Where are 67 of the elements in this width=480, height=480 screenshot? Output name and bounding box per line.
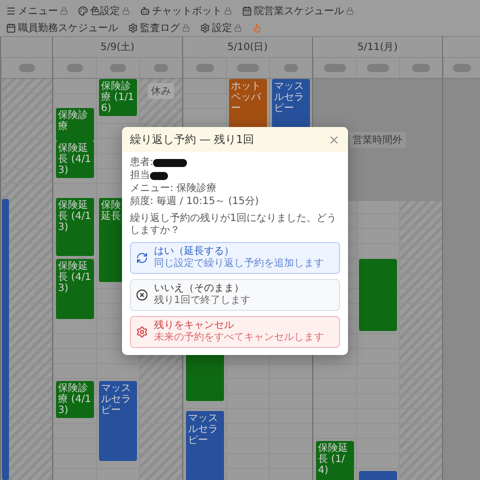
appointment-label: 保険延長 (4/13) <box>58 261 92 294</box>
date-header: 5/11(月) <box>313 37 442 58</box>
nav-item[interactable]: メニュー <box>6 4 68 18</box>
off-hours-label: 営業時間外 <box>350 132 406 148</box>
appointment-label: マッスルセラピー <box>101 383 132 416</box>
dialog-title: 繰り返し予約 — 残り1回 <box>130 132 254 147</box>
day-off-badge: 休み <box>148 83 174 99</box>
nav-item[interactable]: 色設定 <box>78 4 130 18</box>
redaction-mark <box>150 172 168 180</box>
option-subtitle: 同じ設定で繰り返し予約を追加します <box>154 258 324 270</box>
redaction-mark <box>153 159 188 167</box>
settings-icon <box>200 23 210 33</box>
nav-item[interactable]: 設定 <box>200 21 242 35</box>
menu-text: メニュー: 保険診療 <box>130 183 218 195</box>
option-title: いいえ（そのまま） <box>154 283 245 294</box>
nav-item[interactable]: チャットボット <box>140 4 232 18</box>
close-icon[interactable] <box>328 134 340 146</box>
calendar-icon <box>242 6 252 16</box>
redaction-mark <box>67 64 83 72</box>
calendar-icon <box>6 23 16 33</box>
option-button[interactable]: 残りをキャンセル 未来の予約をすべてキャンセルします <box>130 316 340 348</box>
option-subtitle: 残り1回で終了します <box>154 295 250 307</box>
appointment-label: マッスルセラピー <box>188 413 219 446</box>
nav-item[interactable]: 院営業スケジュール <box>242 4 354 18</box>
date-header: 5/10(日) <box>183 37 312 58</box>
refresh-icon <box>136 252 148 264</box>
redaction-mark <box>19 64 35 72</box>
appointment-label: 保険延長 (1/4) <box>318 443 349 476</box>
nav-item[interactable]: 職員勤務スケジュール <box>6 21 118 35</box>
settings-icon <box>128 23 138 33</box>
appointment-label: 保険延長 <box>101 200 122 222</box>
redaction-mark <box>453 64 471 72</box>
redaction-mark <box>154 64 168 72</box>
appointment-block[interactable]: マッスルセラピー <box>99 381 137 461</box>
option-button[interactable]: いいえ（そのまま） 残り1回で終了します <box>130 279 340 311</box>
redaction-mark <box>324 64 346 72</box>
appointment-block[interactable]: ホットペッパー <box>229 79 267 129</box>
option-subtitle: 未来の予約をすべてキャンセルします <box>154 332 324 344</box>
robot-icon <box>140 6 150 16</box>
appointment-block[interactable]: 保険延長 (4/13) <box>56 198 94 256</box>
redaction-mark <box>237 64 259 72</box>
gear-icon <box>136 326 148 338</box>
option-button[interactable]: はい（延長する） 同じ設定で繰り返し予約を追加します <box>130 242 340 274</box>
appointment-label: 保険診療 <box>58 110 89 132</box>
redaction-mark <box>196 64 214 72</box>
circle-x-icon <box>136 289 148 301</box>
palette-icon <box>78 6 88 16</box>
redaction-mark <box>367 64 389 72</box>
date-header: 5/9(土) <box>53 37 182 58</box>
option-title: はい（延長する） <box>154 246 235 258</box>
nav-item[interactable]: 監査ログ <box>128 21 190 35</box>
option-title: 残りをキャンセル <box>154 320 235 332</box>
field-label: 担当 <box>130 170 150 182</box>
appointment-block[interactable]: 保険延長 (1/4) <box>316 441 354 480</box>
field-label: 患者: <box>130 157 154 169</box>
appointment-block[interactable]: 保険診療 <box>56 108 94 141</box>
redaction-mark <box>110 64 126 72</box>
appointment-label: 保険延長 (4/13) <box>58 200 92 233</box>
appointment-label: ホットペッパー <box>231 81 262 114</box>
appointment-block[interactable]: マッスルセラピー <box>272 79 310 129</box>
redaction-mark <box>284 64 298 72</box>
flame-icon[interactable] <box>252 23 262 33</box>
redaction-mark <box>412 64 430 72</box>
appointment-block[interactable]: マッスルセラピー <box>186 411 224 480</box>
appointment-block[interactable]: 保険延長 (4/13) <box>56 259 94 319</box>
menu-icon <box>6 6 16 16</box>
appointment-label: マッスルセラピー <box>274 81 305 114</box>
